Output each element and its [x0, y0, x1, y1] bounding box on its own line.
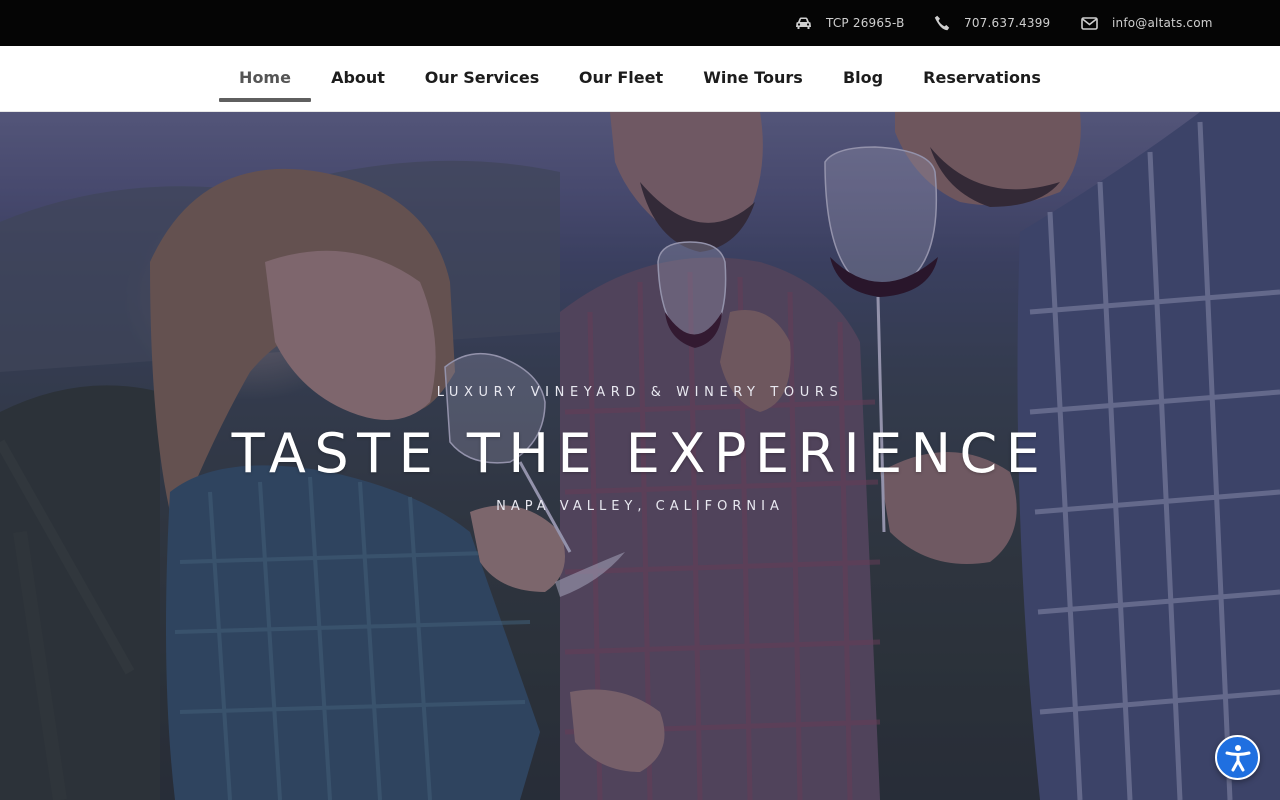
- nav-item-our-fleet[interactable]: Our Fleet: [570, 46, 672, 112]
- hero-section: LUXURY VINEYARD & WINERY TOURS TASTE THE…: [0, 112, 1280, 800]
- phone-text[interactable]: 707.637.4399: [964, 16, 1050, 30]
- license-text: TCP 26965-B: [826, 16, 905, 30]
- top-contact-bar: TCP 26965-B 707.637.4399 info@altats.com: [0, 0, 1280, 46]
- hero-subline: NAPA VALLEY, CALIFORNIA: [496, 499, 784, 514]
- email-link[interactable]: info@altats.com: [1081, 0, 1213, 46]
- main-nav: Home About Our Services Our Fleet Wine T…: [0, 46, 1280, 112]
- accessibility-icon: [1225, 744, 1250, 771]
- license-info: TCP 26965-B: [795, 0, 905, 46]
- car-icon: [796, 17, 811, 29]
- nav-item-about[interactable]: About: [322, 46, 394, 112]
- nav-item-wine-tours[interactable]: Wine Tours: [694, 46, 812, 112]
- nav-item-blog[interactable]: Blog: [834, 46, 892, 112]
- nav-item-reservations[interactable]: Reservations: [914, 46, 1050, 112]
- email-text[interactable]: info@altats.com: [1112, 16, 1213, 30]
- phone-icon: [934, 15, 950, 31]
- nav-item-our-services[interactable]: Our Services: [415, 46, 549, 112]
- nav-item-home[interactable]: Home: [219, 46, 311, 112]
- phone-link[interactable]: 707.637.4399: [934, 0, 1050, 46]
- nav-active-indicator: [219, 98, 311, 102]
- envelope-icon: [1081, 16, 1098, 30]
- hero-headline: TASTE THE EXPERIENCE: [231, 422, 1049, 485]
- hero-kicker: LUXURY VINEYARD & WINERY TOURS: [436, 385, 844, 400]
- accessibility-button[interactable]: [1215, 735, 1260, 780]
